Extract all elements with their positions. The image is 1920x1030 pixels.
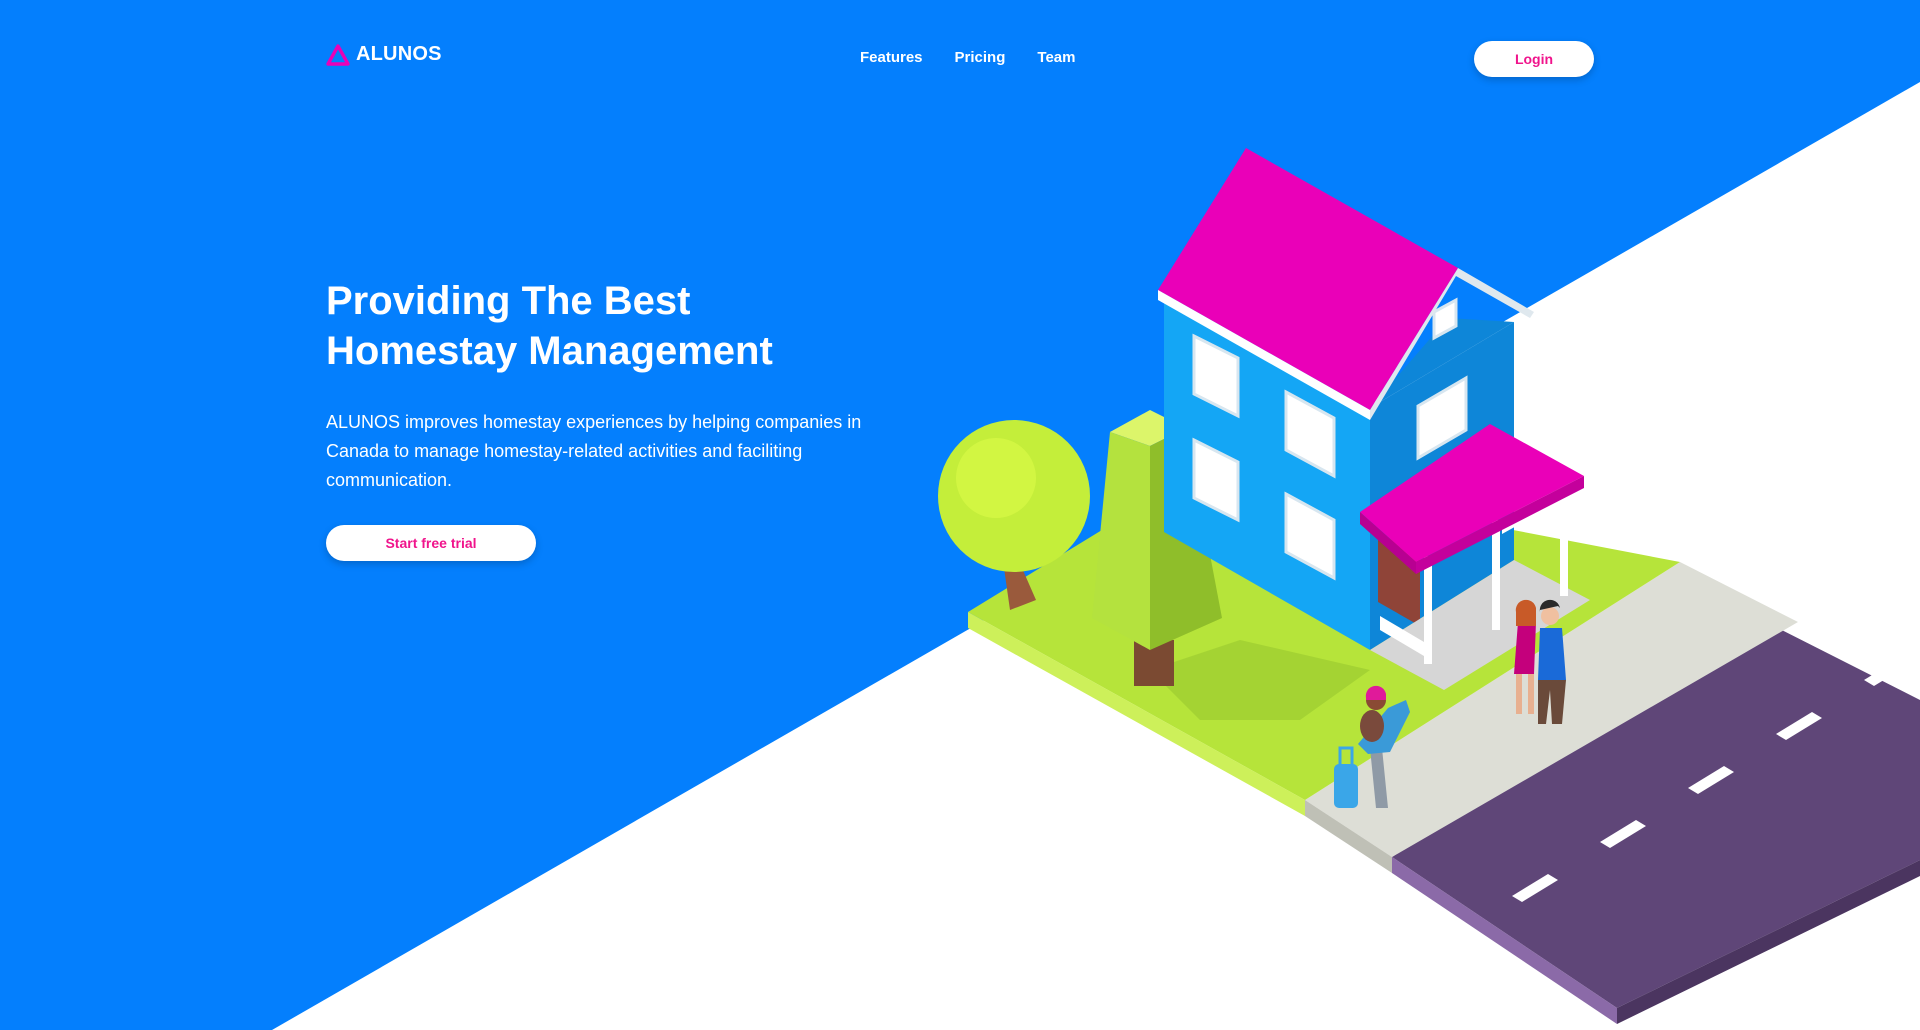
- nav-team[interactable]: Team: [1037, 49, 1075, 66]
- homestay-illustration: [938, 148, 1920, 1024]
- hero-title-line-2: Homestay Management: [326, 329, 773, 373]
- hero-title: Providing The Best Homestay Management: [326, 276, 886, 376]
- hero-title-line-1: Providing The Best: [326, 279, 691, 323]
- main-nav: Features Pricing Team: [860, 49, 1075, 66]
- hero-description: ALUNOS improves homestay experiences by …: [326, 412, 862, 490]
- nav-features[interactable]: Features: [860, 49, 923, 66]
- triangle-logo-icon: [326, 43, 350, 66]
- brand-name: ALUNOS: [356, 43, 442, 65]
- start-free-trial-button[interactable]: Start free trial: [326, 525, 536, 561]
- login-button[interactable]: Login: [1474, 41, 1594, 77]
- nav-pricing[interactable]: Pricing: [955, 49, 1006, 66]
- brand-logo[interactable]: ALUNOS: [326, 43, 442, 66]
